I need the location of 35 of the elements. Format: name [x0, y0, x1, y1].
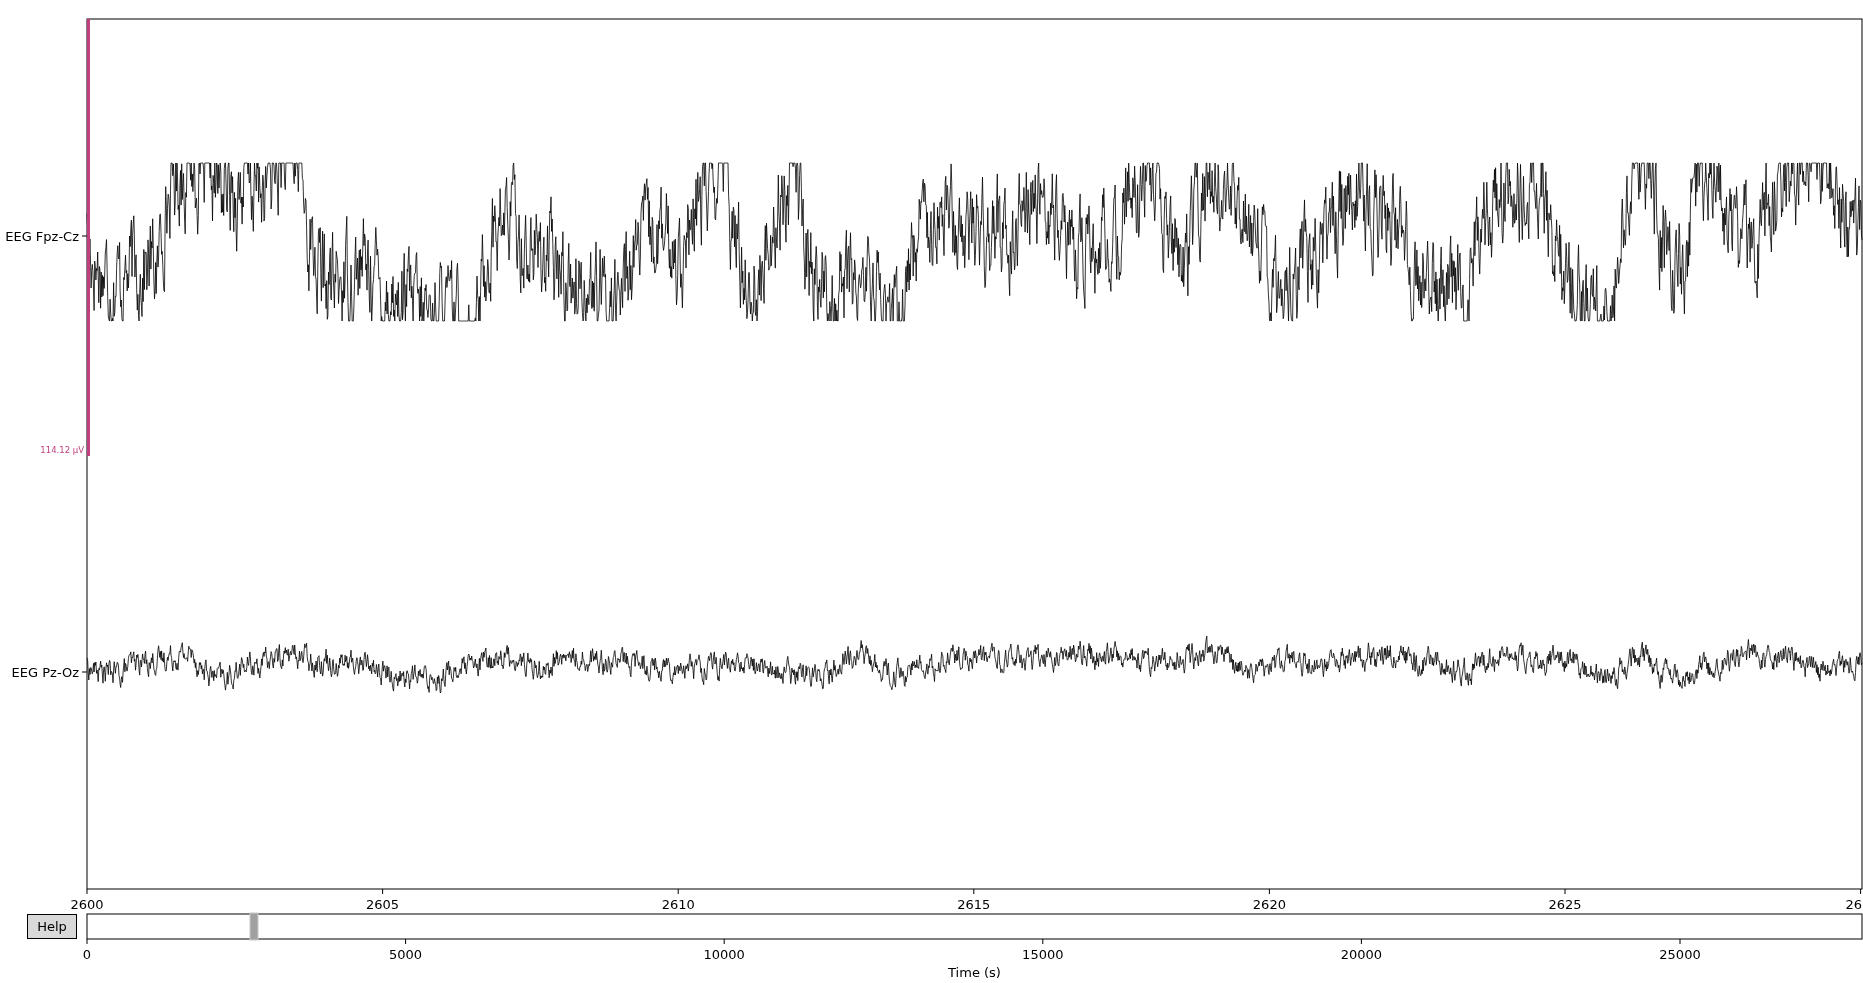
tick-mark	[81, 671, 88, 673]
tick-label: 10000	[703, 947, 745, 962]
tick-label: 2600	[70, 897, 104, 912]
tick-label: 2610	[661, 897, 695, 912]
tick-label: 20000	[1340, 947, 1383, 962]
channel-label: EEG Fpz-Cz	[5, 229, 79, 244]
tick-label: 2625	[1548, 897, 1582, 912]
scale-label: 114.12 µV	[40, 445, 84, 455]
tick-mark	[382, 888, 384, 895]
tick-label: 25000	[1659, 947, 1701, 962]
tick-mark	[973, 888, 975, 895]
tick-label: 5000	[389, 947, 423, 962]
tick-mark	[1564, 888, 1566, 895]
tick-label: 15000	[1022, 947, 1064, 962]
scrollbar-track[interactable]	[86, 913, 1863, 940]
tick-mark	[1360, 938, 1362, 945]
tick-label: 2605	[366, 897, 400, 912]
tick-mark	[1679, 938, 1681, 945]
tick-label: 2620	[1252, 897, 1286, 912]
axis-title: Time (s)	[948, 965, 1001, 980]
tick-mark	[405, 938, 407, 945]
tick-mark	[86, 938, 88, 945]
scroll-thumb[interactable]	[249, 912, 259, 941]
tick-label: 2615	[957, 897, 991, 912]
tick-mark	[1860, 888, 1862, 895]
tick-mark	[1268, 888, 1270, 895]
tick-mark	[677, 888, 679, 895]
help-button[interactable]: Help	[27, 914, 77, 939]
tick-mark	[81, 235, 88, 237]
channel-label: EEG Pz-Oz	[11, 665, 79, 680]
tick-label: 0	[82, 947, 92, 962]
tick-label: 26	[1845, 897, 1863, 912]
tick-mark	[1042, 938, 1044, 945]
tick-mark	[86, 888, 88, 895]
tick-mark	[723, 938, 725, 945]
